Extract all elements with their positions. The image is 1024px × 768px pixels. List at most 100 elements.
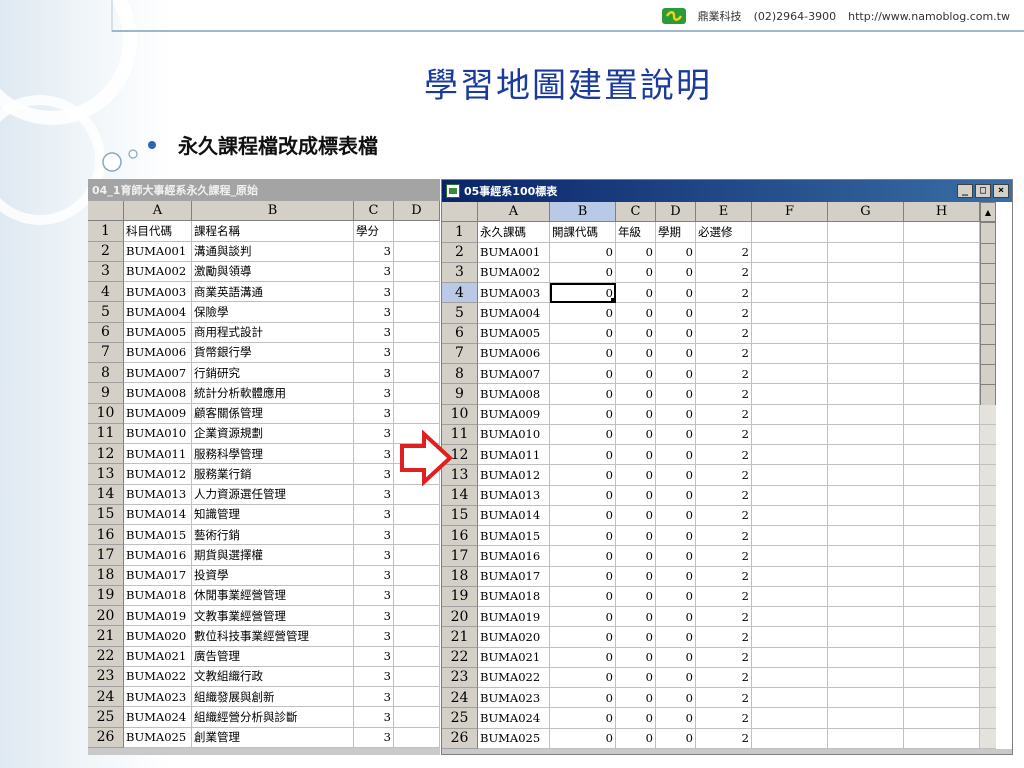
table-cell[interactable]: 2 xyxy=(696,404,752,425)
table-cell[interactable] xyxy=(828,364,904,385)
row-header[interactable]: 2 xyxy=(88,241,124,262)
table-cell[interactable]: BUMA021 xyxy=(124,646,192,667)
table-cell[interactable]: 0 xyxy=(550,607,616,628)
maximize-button[interactable]: □ xyxy=(975,184,991,198)
table-cell[interactable]: BUMA014 xyxy=(478,505,550,526)
table-cell[interactable] xyxy=(904,364,980,385)
table-cell[interactable]: BUMA002 xyxy=(124,261,192,282)
table-cell[interactable]: 貨幣銀行學 xyxy=(192,342,354,363)
table-cell[interactable]: BUMA003 xyxy=(124,282,192,303)
column-header[interactable]: D xyxy=(656,202,696,223)
table-cell[interactable] xyxy=(828,647,904,668)
table-cell[interactable]: 0 xyxy=(656,465,696,486)
table-cell[interactable]: 0 xyxy=(550,242,616,263)
table-cell[interactable] xyxy=(828,222,904,243)
row-header[interactable]: 19 xyxy=(88,585,124,606)
table-cell[interactable] xyxy=(394,241,440,262)
table-cell[interactable]: 3 xyxy=(354,585,394,606)
row-header[interactable]: 14 xyxy=(442,485,478,506)
column-header[interactable]: F xyxy=(752,202,828,223)
table-cell[interactable]: 學期 xyxy=(656,222,696,243)
table-cell[interactable]: BUMA016 xyxy=(124,545,192,566)
table-cell[interactable]: 3 xyxy=(354,626,394,647)
table-cell[interactable]: 知識管理 xyxy=(192,504,354,525)
table-cell[interactable] xyxy=(394,525,440,546)
row-header[interactable]: 21 xyxy=(88,626,124,647)
table-cell[interactable]: 創業管理 xyxy=(192,727,354,748)
table-cell[interactable]: 人力資源選任管理 xyxy=(192,484,354,505)
table-cell[interactable]: 0 xyxy=(550,728,616,749)
table-cell[interactable]: BUMA015 xyxy=(478,526,550,547)
table-cell[interactable]: 休閒事業經營管理 xyxy=(192,585,354,606)
table-cell[interactable] xyxy=(752,607,828,628)
table-cell[interactable]: 數位科技事業經營管理 xyxy=(192,626,354,647)
table-cell[interactable]: 組織發展與創新 xyxy=(192,687,354,708)
row-header[interactable]: 18 xyxy=(88,565,124,586)
table-cell[interactable]: 3 xyxy=(354,464,394,485)
scrollbar-track[interactable] xyxy=(980,465,996,486)
table-cell[interactable] xyxy=(904,283,980,304)
table-cell[interactable]: 0 xyxy=(656,607,696,628)
table-cell[interactable]: 2 xyxy=(696,586,752,607)
row-header[interactable]: 17 xyxy=(88,545,124,566)
table-cell[interactable]: 3 xyxy=(354,525,394,546)
table-cell[interactable]: 0 xyxy=(656,404,696,425)
table-cell[interactable] xyxy=(394,545,440,566)
table-cell[interactable]: BUMA025 xyxy=(124,727,192,748)
table-cell[interactable] xyxy=(828,566,904,587)
table-cell[interactable]: 溝通與談判 xyxy=(192,241,354,262)
table-cell[interactable]: 2 xyxy=(696,688,752,709)
table-cell[interactable] xyxy=(828,586,904,607)
table-cell[interactable]: 2 xyxy=(696,667,752,688)
row-header[interactable]: 3 xyxy=(88,261,124,282)
table-cell[interactable]: 0 xyxy=(616,364,656,385)
table-cell[interactable] xyxy=(904,262,980,283)
table-cell[interactable] xyxy=(828,262,904,283)
scrollbar-track[interactable] xyxy=(980,424,996,445)
table-cell[interactable] xyxy=(752,627,828,648)
table-cell[interactable]: 3 xyxy=(354,302,394,323)
table-cell[interactable]: 0 xyxy=(550,303,616,324)
table-cell[interactable] xyxy=(394,565,440,586)
table-cell[interactable]: 0 xyxy=(616,404,656,425)
table-cell[interactable]: BUMA001 xyxy=(124,241,192,262)
table-cell[interactable]: BUMA022 xyxy=(478,667,550,688)
table-cell[interactable] xyxy=(752,323,828,344)
column-header[interactable]: A xyxy=(478,202,550,223)
scrollbar-track[interactable] xyxy=(980,728,996,749)
table-cell[interactable]: BUMA004 xyxy=(478,303,550,324)
table-cell[interactable]: 0 xyxy=(550,566,616,587)
table-cell[interactable]: BUMA001 xyxy=(478,242,550,263)
table-cell[interactable] xyxy=(828,607,904,628)
table-cell[interactable] xyxy=(752,445,828,466)
table-cell[interactable]: 0 xyxy=(550,364,616,385)
row-header[interactable]: 21 xyxy=(442,627,478,648)
table-cell[interactable] xyxy=(904,303,980,324)
table-cell[interactable] xyxy=(828,283,904,304)
row-header[interactable]: 7 xyxy=(88,342,124,363)
table-cell[interactable]: 0 xyxy=(550,323,616,344)
row-header[interactable]: 22 xyxy=(88,646,124,667)
table-cell[interactable] xyxy=(394,403,440,424)
table-cell[interactable]: BUMA012 xyxy=(124,464,192,485)
table-cell[interactable] xyxy=(394,707,440,728)
table-cell[interactable] xyxy=(904,688,980,709)
table-cell[interactable] xyxy=(828,303,904,324)
table-cell[interactable]: 2 xyxy=(696,283,752,304)
table-cell[interactable] xyxy=(752,465,828,486)
row-header[interactable]: 2 xyxy=(442,242,478,263)
row-header[interactable]: 20 xyxy=(88,606,124,627)
table-cell[interactable]: 2 xyxy=(696,607,752,628)
table-cell[interactable]: BUMA012 xyxy=(478,465,550,486)
scrollbar-track[interactable] xyxy=(980,485,996,506)
table-cell[interactable] xyxy=(828,343,904,364)
table-cell[interactable]: 0 xyxy=(616,728,656,749)
table-cell[interactable] xyxy=(394,261,440,282)
table-cell[interactable] xyxy=(752,364,828,385)
table-cell[interactable] xyxy=(828,546,904,567)
row-header[interactable]: 10 xyxy=(442,404,478,425)
right-window-titlebar[interactable]: 05事經系100標表 _ □ × xyxy=(442,180,1012,202)
table-cell[interactable]: BUMA024 xyxy=(124,707,192,728)
table-cell[interactable]: 0 xyxy=(616,283,656,304)
table-cell[interactable] xyxy=(752,242,828,263)
